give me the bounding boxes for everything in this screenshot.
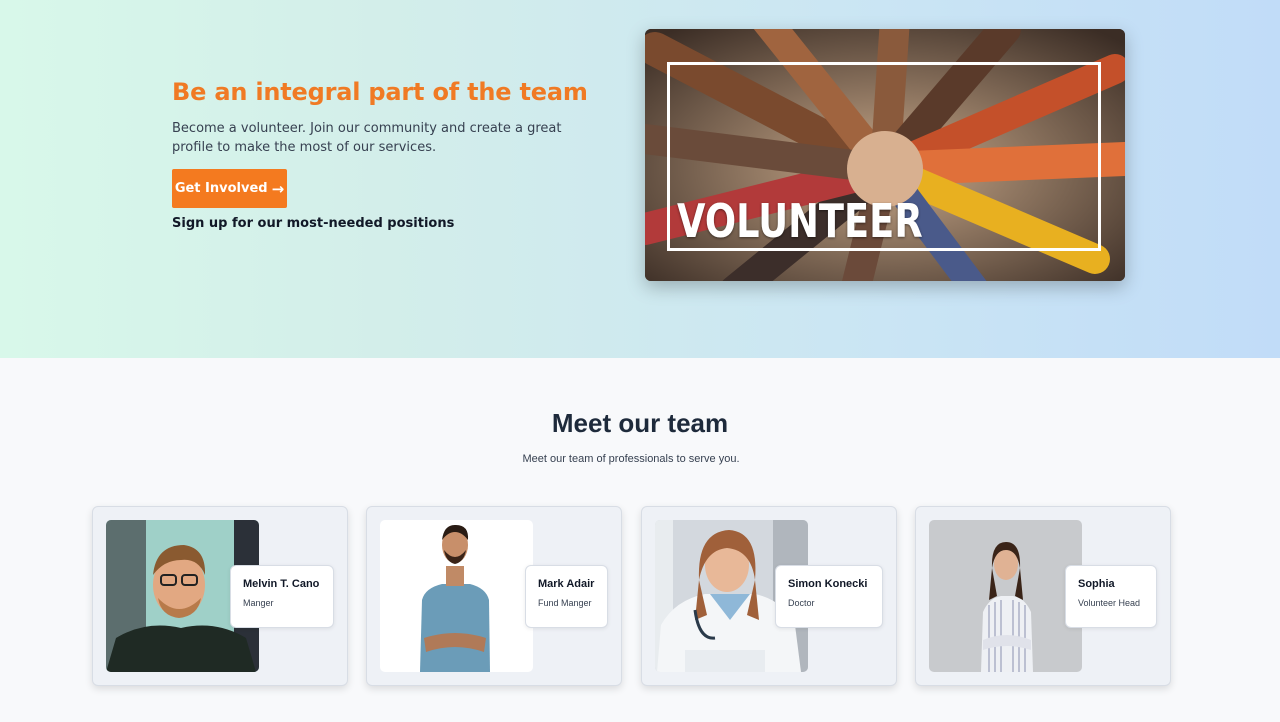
member-info: Sophia Volunteer Head	[1065, 565, 1157, 628]
team-card[interactable]: Melvin T. Cano Manger	[92, 506, 348, 686]
member-photo	[380, 520, 533, 672]
member-name: Sophia	[1078, 578, 1115, 590]
hero-section: Be an integral part of the team Become a…	[0, 0, 1280, 358]
volunteer-image: VOLUNTEER	[645, 29, 1125, 281]
signup-positions-link[interactable]: Sign up for our most-needed positions	[172, 216, 454, 231]
volunteer-word: VOLUNTEER	[677, 194, 923, 248]
team-card[interactable]: Sophia Volunteer Head	[915, 506, 1171, 686]
member-photo	[929, 520, 1082, 672]
member-role: Fund Manger	[538, 598, 592, 608]
member-role: Volunteer Head	[1078, 598, 1141, 608]
hero-description: Become a volunteer. Join our community a…	[172, 121, 562, 155]
team-card[interactable]: Mark Adair Fund Manger	[366, 506, 622, 686]
member-name: Mark Adair	[538, 578, 595, 590]
arrow-right-icon: →	[271, 179, 285, 198]
team-title: Meet our team	[551, 408, 729, 438]
member-info: Simon Konecki Doctor	[775, 565, 883, 628]
member-name: Melvin T. Cano	[243, 578, 320, 590]
member-name: Simon Konecki	[788, 578, 868, 590]
team-subtitle: Meet our team of professionals to serve …	[522, 453, 740, 465]
member-role: Manger	[243, 598, 274, 608]
hero-title: Be an integral part of the team	[172, 78, 588, 106]
member-info: Mark Adair Fund Manger	[525, 565, 608, 628]
get-involved-button[interactable]: Get Involved →	[172, 169, 287, 208]
member-role: Doctor	[788, 598, 815, 608]
member-info: Melvin T. Cano Manger	[230, 565, 334, 628]
team-card[interactable]: Simon Konecki Doctor	[641, 506, 897, 686]
get-involved-label: Get Involved	[174, 181, 268, 196]
